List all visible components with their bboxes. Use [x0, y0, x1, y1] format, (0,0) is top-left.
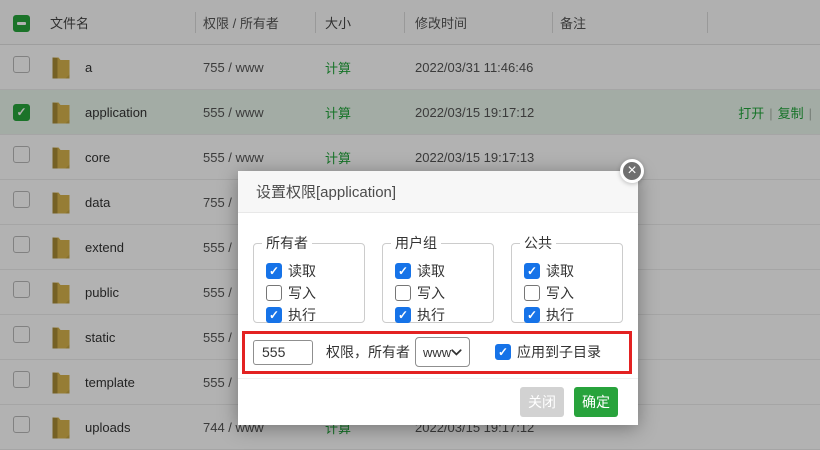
checkbox-label: 执行	[417, 305, 445, 325]
chevron-down-icon	[451, 349, 462, 356]
exec-checkbox[interactable]	[266, 307, 282, 323]
write-checkbox[interactable]	[266, 285, 282, 301]
confirm-button[interactable]: 确定	[574, 387, 618, 417]
usergroup-permission-group: 用户组 读取 写入 执行	[382, 233, 494, 323]
checkbox-label: 写入	[288, 283, 316, 303]
public-exec-option[interactable]: 执行	[524, 307, 622, 323]
apply-to-subdir-checkbox[interactable]	[495, 344, 511, 360]
checkbox-label: 写入	[546, 283, 574, 303]
dialog-close-button[interactable]: ×	[620, 159, 644, 183]
owner-permission-group: 所有者 读取 写入 执行	[253, 233, 365, 323]
owner-select[interactable]: www	[415, 337, 470, 367]
set-permission-dialog: 设置权限[application] × 所有者 读取 写入 执行 用户组	[238, 171, 638, 425]
permission-label: 权限，	[326, 342, 368, 362]
exec-checkbox[interactable]	[524, 307, 540, 323]
group-legend: 所有者	[262, 233, 312, 253]
public-read-option[interactable]: 读取	[524, 263, 622, 279]
owner-select-value: www	[423, 345, 451, 360]
permission-groups: 所有者 读取 写入 执行 用户组 读取 写入	[253, 233, 623, 323]
checkbox-label: 执行	[288, 305, 316, 325]
owner-read-option[interactable]: 读取	[266, 263, 364, 279]
group-legend: 公共	[520, 233, 556, 253]
dialog-header: 设置权限[application]	[238, 171, 638, 213]
checkbox-label: 读取	[546, 261, 574, 281]
read-checkbox[interactable]	[395, 263, 411, 279]
group-exec-option[interactable]: 执行	[395, 307, 493, 323]
owner-exec-option[interactable]: 执行	[266, 307, 364, 323]
apply-to-subdir-option[interactable]: 应用到子目录	[495, 342, 601, 362]
exec-checkbox[interactable]	[395, 307, 411, 323]
group-read-option[interactable]: 读取	[395, 263, 493, 279]
dialog-title: 设置权限[application]	[256, 181, 396, 202]
write-checkbox[interactable]	[395, 285, 411, 301]
checkbox-label: 读取	[417, 261, 445, 281]
write-checkbox[interactable]	[524, 285, 540, 301]
apply-to-subdir-label: 应用到子目录	[517, 342, 601, 362]
permission-value-input[interactable]	[253, 340, 313, 365]
owner-write-option[interactable]: 写入	[266, 285, 364, 301]
read-checkbox[interactable]	[266, 263, 282, 279]
group-legend: 用户组	[391, 233, 441, 253]
permission-value-row: 权限， 所有者 www 应用到子目录	[253, 337, 601, 367]
checkbox-label: 执行	[546, 305, 574, 325]
read-checkbox[interactable]	[524, 263, 540, 279]
owner-label: 所有者	[368, 342, 410, 362]
dialog-footer: 关闭 确定	[238, 378, 638, 425]
public-write-option[interactable]: 写入	[524, 285, 622, 301]
checkbox-label: 读取	[288, 261, 316, 281]
close-icon: ×	[627, 163, 636, 179]
group-write-option[interactable]: 写入	[395, 285, 493, 301]
checkbox-label: 写入	[417, 283, 445, 303]
close-button[interactable]: 关闭	[520, 387, 564, 417]
public-permission-group: 公共 读取 写入 执行	[511, 233, 623, 323]
